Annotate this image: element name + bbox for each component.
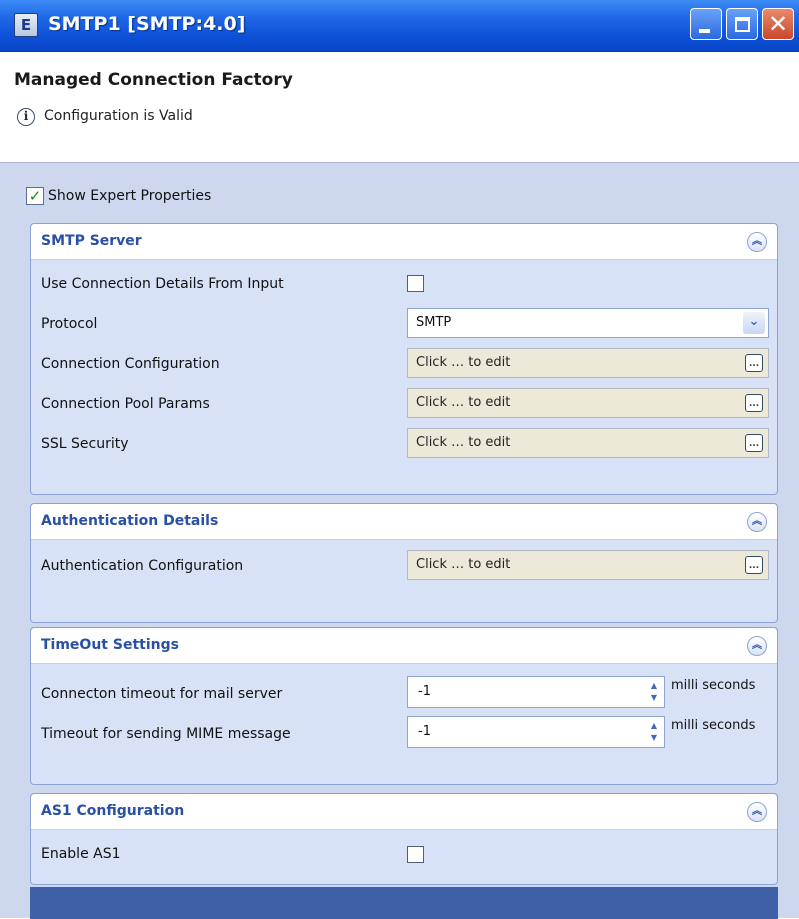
mime-timeout-input[interactable]: -1 ▲ ▼ [407, 716, 665, 748]
use-connection-details-checkbox[interactable] [407, 275, 424, 292]
info-icon: i [17, 108, 35, 126]
app-icon: E [14, 13, 38, 37]
protocol-label: Protocol [41, 316, 98, 332]
section-header: AS1 Configuration ︽ [31, 794, 777, 830]
protocol-value: SMTP [416, 315, 452, 330]
connection-configuration-value: Click … to edit [416, 355, 511, 370]
connection-configuration-label: Connection Configuration [41, 356, 220, 372]
spin-up-icon[interactable]: ▲ [647, 720, 661, 732]
close-button[interactable]: ✕ [762, 8, 794, 40]
collapse-icon[interactable]: ︽ [747, 802, 767, 822]
chevron-down-icon[interactable]: ⌄ [743, 312, 765, 334]
section-title: AS1 Configuration [41, 803, 185, 819]
ellipsis-icon[interactable]: ... [745, 434, 763, 452]
enable-as1-label: Enable AS1 [41, 846, 121, 862]
section-as1-configuration: AS1 Configuration ︽ Enable AS1 [30, 793, 778, 885]
ssl-security-value: Click … to edit [416, 435, 511, 450]
ellipsis-icon[interactable]: ... [745, 354, 763, 372]
properties-panel: ✓ Show Expert Properties SMTP Server ︽ U… [0, 162, 799, 919]
ellipsis-icon[interactable]: ... [745, 394, 763, 412]
section-authentication-details: Authentication Details ︽ Authentication … [30, 503, 778, 623]
minimize-icon [699, 29, 710, 33]
window-title: SMTP1 [SMTP:4.0] [48, 13, 246, 35]
show-expert-checkbox[interactable]: ✓ [26, 187, 44, 205]
window-title-bar[interactable]: E SMTP1 [SMTP:4.0] ✕ [0, 0, 799, 52]
authentication-configuration-label: Authentication Configuration [41, 558, 244, 574]
spin-up-icon[interactable]: ▲ [647, 680, 661, 692]
panel-bottom-bar [30, 887, 778, 919]
mime-timeout-value: -1 [418, 724, 431, 739]
connection-configuration-field[interactable]: Click … to edit ... [407, 348, 769, 378]
connection-timeout-value: -1 [418, 684, 431, 699]
connection-pool-label: Connection Pool Params [41, 396, 210, 412]
connection-pool-field[interactable]: Click … to edit ... [407, 388, 769, 418]
connection-pool-value: Click … to edit [416, 395, 511, 410]
connection-timeout-label: Connecton timeout for mail server [41, 686, 283, 702]
use-connection-details-label: Use Connection Details From Input [41, 276, 284, 292]
maximize-icon [735, 17, 750, 32]
section-smtp-server: SMTP Server ︽ Use Connection Details Fro… [30, 223, 778, 495]
authentication-configuration-field[interactable]: Click … to edit ... [407, 550, 769, 580]
close-icon: ✕ [767, 10, 789, 38]
minimize-button[interactable] [690, 8, 722, 40]
mime-timeout-label: Timeout for sending MIME message [41, 726, 291, 742]
section-title: SMTP Server [41, 233, 142, 249]
header-area: Managed Connection Factory i Configurati… [0, 52, 799, 162]
spin-down-icon[interactable]: ▼ [647, 692, 661, 704]
section-header: SMTP Server ︽ [31, 224, 777, 260]
section-title: TimeOut Settings [41, 637, 179, 653]
section-title: Authentication Details [41, 513, 219, 529]
maximize-button[interactable] [726, 8, 758, 40]
connection-timeout-input[interactable]: -1 ▲ ▼ [407, 676, 665, 708]
authentication-configuration-value: Click … to edit [416, 557, 511, 572]
section-header: Authentication Details ︽ [31, 504, 777, 540]
collapse-icon[interactable]: ︽ [747, 636, 767, 656]
validation-status: Configuration is Valid [44, 108, 193, 124]
spin-down-icon[interactable]: ▼ [647, 732, 661, 744]
page-title: Managed Connection Factory [14, 70, 293, 90]
show-expert-label: Show Expert Properties [48, 188, 212, 204]
collapse-icon[interactable]: ︽ [747, 512, 767, 532]
enable-as1-checkbox[interactable] [407, 846, 424, 863]
spin-icon[interactable]: ▲ ▼ [647, 720, 661, 744]
collapse-icon[interactable]: ︽ [747, 232, 767, 252]
connection-timeout-unit: milli seconds [671, 678, 756, 693]
ellipsis-icon[interactable]: ... [745, 556, 763, 574]
mime-timeout-unit: milli seconds [671, 718, 756, 733]
section-timeout-settings: TimeOut Settings ︽ Connecton timeout for… [30, 627, 778, 785]
section-header: TimeOut Settings ︽ [31, 628, 777, 664]
ssl-security-field[interactable]: Click … to edit ... [407, 428, 769, 458]
spin-icon[interactable]: ▲ ▼ [647, 680, 661, 704]
protocol-select[interactable]: SMTP ⌄ [407, 308, 769, 338]
ssl-security-label: SSL Security [41, 436, 129, 452]
